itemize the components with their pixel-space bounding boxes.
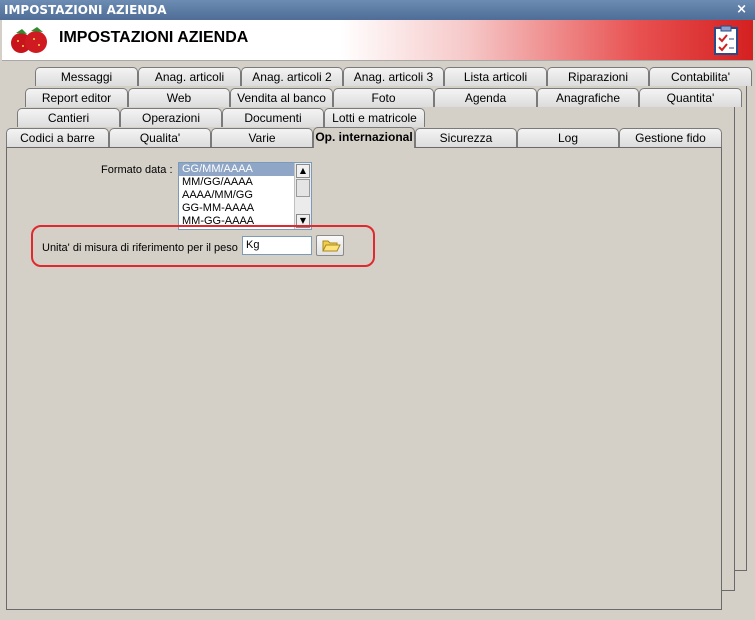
date-format-option[interactable]: GG/MM/AAAA <box>179 163 311 176</box>
tab-lotti-e-matricole[interactable]: Lotti e matricole <box>324 108 425 127</box>
listbox-scrollbar[interactable]: ▲ ▼ <box>294 163 311 229</box>
tab-web[interactable]: Web <box>128 88 230 107</box>
tab-gestione-fido[interactable]: Gestione fido <box>619 128 722 147</box>
date-format-label: Formato data : <box>101 164 173 176</box>
title-bar[interactable]: IMPOSTAZIONI AZIENDA × <box>0 0 755 20</box>
tab-contabilita[interactable]: Contabilita' <box>649 67 752 86</box>
tab-quantita[interactable]: Quantita' <box>639 88 742 107</box>
tab-anagrafiche[interactable]: Anagrafiche <box>537 88 639 107</box>
tab-documenti[interactable]: Documenti <box>222 108 324 127</box>
tab-sicurezza[interactable]: Sicurezza <box>415 128 517 147</box>
highlight-annotation <box>31 225 375 267</box>
date-format-listbox[interactable]: GG/MM/AAAA MM/GG/AAAA AAAA/MM/GG GG-MM-A… <box>178 162 312 230</box>
close-icon[interactable]: × <box>736 0 747 20</box>
tab-riparazioni[interactable]: Riparazioni <box>547 67 649 86</box>
tab-cantieri[interactable]: Cantieri <box>17 108 120 127</box>
tab-anag-articoli[interactable]: Anag. articoli <box>138 67 241 86</box>
tab-operazioni[interactable]: Operazioni <box>120 108 222 127</box>
tab-varie[interactable]: Varie <box>211 128 313 147</box>
tab-anag-articoli-2[interactable]: Anag. articoli 2 <box>241 67 343 86</box>
tab-log[interactable]: Log <box>517 128 619 147</box>
scroll-up-icon[interactable]: ▲ <box>296 164 310 178</box>
tab-lista-articoli[interactable]: Lista articoli <box>444 67 547 86</box>
strawberry-logo-icon <box>11 27 47 53</box>
settings-window: IMPOSTAZIONI AZIENDA × IMPOSTAZIONI AZIE… <box>0 0 755 620</box>
date-format-option[interactable]: AAAA/MM/GG <box>179 189 311 202</box>
tab-agenda[interactable]: Agenda <box>434 88 537 107</box>
scroll-thumb[interactable] <box>296 179 310 197</box>
tab-vendita-al-banco[interactable]: Vendita al banco <box>230 88 333 107</box>
tab-report-editor[interactable]: Report editor <box>25 88 128 107</box>
tab-messaggi[interactable]: Messaggi <box>35 67 138 86</box>
date-format-option[interactable]: GG-MM-AAAA <box>179 202 311 215</box>
tab-op-internazional[interactable]: Op. internazional <box>313 127 415 148</box>
date-format-option[interactable]: MM/GG/AAAA <box>179 176 311 189</box>
checklist-icon <box>714 25 738 55</box>
tab-codici-a-barre[interactable]: Codici a barre <box>6 128 109 147</box>
window-title: IMPOSTAZIONI AZIENDA <box>4 3 167 17</box>
tab-page-op-internazional <box>6 147 722 610</box>
tab-qualita[interactable]: Qualita' <box>109 128 211 147</box>
tab-anag-articoli-3[interactable]: Anag. articoli 3 <box>343 67 444 86</box>
tab-foto[interactable]: Foto <box>333 88 434 107</box>
header-title: IMPOSTAZIONI AZIENDA <box>59 29 249 46</box>
header-banner: IMPOSTAZIONI AZIENDA <box>2 20 753 61</box>
